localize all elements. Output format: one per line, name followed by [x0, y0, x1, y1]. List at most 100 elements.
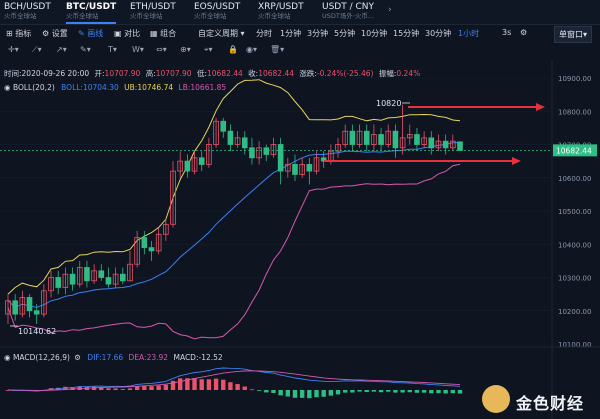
indicators-button[interactable]: ⊞ 指标: [6, 28, 31, 39]
low-annotation: 10140.62: [10, 325, 56, 336]
period-item[interactable]: 分时: [256, 28, 272, 39]
visibility-icon[interactable]: ◉▾: [246, 45, 257, 54]
tab-bch-usdt[interactable]: BCH/USDT 火币全球站: [4, 2, 51, 22]
logo-icon: [482, 385, 510, 413]
candle-down: [292, 154, 298, 182]
refresh-interval[interactable]: 3s: [502, 28, 511, 37]
tab-btc-usdt[interactable]: BTC/USDT 火币全球站: [66, 2, 117, 24]
candle-up: [421, 131, 427, 148]
candle-down: [241, 131, 248, 155]
period-item[interactable]: 10分钟: [361, 28, 387, 39]
window-mode-dropdown[interactable]: 单窗口▾: [554, 26, 592, 43]
candle-up: [342, 124, 349, 148]
candle-body: [105, 277, 112, 285]
ray-tool-icon[interactable]: ↗▾: [56, 45, 67, 54]
macd-histogram-bar: [249, 389, 255, 391]
candle-body: [349, 130, 356, 145]
candle-down: [227, 124, 234, 152]
macd-histogram-bar: [400, 390, 405, 393]
candle-body: [292, 164, 298, 175]
zoom-in-icon[interactable]: ⊕▾: [180, 45, 191, 54]
candle-down: [220, 117, 227, 138]
line-tool-icon[interactable]: ⟋▾: [32, 45, 42, 55]
candle-down: [378, 127, 384, 152]
macd-histogram-bar: [206, 379, 212, 390]
macd-histogram-bar: [364, 390, 369, 393]
custom-period-label: 自定义周期: [198, 29, 238, 38]
candle-body: [33, 310, 40, 315]
candle-down: [414, 127, 420, 152]
period-item-active[interactable]: 1小时: [458, 28, 479, 39]
macd-histogram-bar: [264, 390, 269, 393]
tab-exchange: USDT场外·火币...: [322, 12, 375, 20]
text-tool-icon[interactable]: T▾: [108, 45, 117, 54]
compare-label: 对比: [124, 29, 141, 38]
macd-histogram-bar: [192, 378, 197, 390]
period-item[interactable]: 15分钟: [393, 28, 419, 39]
candle-down: [263, 144, 270, 162]
pattern-tool-icon[interactable]: W▾: [132, 45, 144, 54]
lock-icon[interactable]: 🔒: [228, 45, 238, 54]
support-arrow: [324, 157, 521, 165]
brush-tool-icon[interactable]: ✎▾: [80, 45, 91, 54]
tab-xrp-usdt[interactable]: XRP/USDT 火币全球站: [258, 2, 304, 22]
candle-down: [98, 264, 105, 281]
settings-button[interactable]: ⚙ 设置: [42, 28, 68, 39]
candle-body: [392, 130, 399, 149]
market-tab-bar: BCH/USDT 火币全球站 BTC/USDT 火币全球站 ETH/USDT 火币全球…: [0, 0, 600, 25]
candle-body: [363, 130, 370, 145]
macd-histogram-bar: [120, 389, 125, 390]
tab-label: BTC/USDT: [66, 2, 117, 12]
tab-usdt-cny[interactable]: USDT / CNY USDT场外·火币...: [322, 2, 374, 22]
period-item[interactable]: 1分钟: [280, 28, 301, 39]
candle-down: [457, 141, 463, 151]
macd-histogram-bar: [443, 390, 448, 394]
magnet-icon[interactable]: ⌖▾: [204, 45, 213, 55]
period-item[interactable]: 30分钟: [425, 28, 451, 39]
combine-button[interactable]: ▦ 组合: [150, 28, 176, 39]
macd-histogram-bar: [299, 390, 305, 398]
candle-down: [306, 157, 313, 185]
resistance-arrow: [408, 103, 545, 111]
period-item[interactable]: 3分钟: [307, 28, 328, 39]
candle-up: [299, 157, 305, 178]
candle-down: [392, 124, 399, 158]
macd-histogram-bar: [113, 388, 118, 390]
macd-histogram-bar: [177, 378, 183, 390]
trash-icon[interactable]: 🗑▾: [270, 45, 284, 54]
price-tick-label: 10400.00: [558, 241, 591, 249]
macd-histogram-bar: [350, 390, 355, 393]
draw-button[interactable]: ✎ 画线: [78, 28, 103, 39]
macd-histogram-bar: [149, 386, 154, 390]
candle-body: [457, 141, 463, 151]
candle-body: [141, 237, 148, 248]
draw-label: 画线: [87, 29, 104, 38]
macd-histogram-bar: [228, 382, 233, 390]
tab-exchange: 火币全球站: [258, 12, 291, 20]
compare-button[interactable]: ▣ 对比: [114, 28, 140, 39]
tab-eth-usdt[interactable]: ETH/USDT 火币全球站: [130, 2, 176, 22]
candle-down: [55, 270, 62, 295]
candle-up: [213, 117, 219, 148]
eye-icon: ◉: [4, 353, 13, 362]
measure-tool-icon[interactable]: ⇔▾: [156, 45, 167, 54]
price-tick-label: 10500.00: [558, 208, 591, 216]
macd-histogram-bar: [307, 390, 312, 399]
period-item[interactable]: 5分钟: [334, 28, 355, 39]
custom-period-dropdown[interactable]: 自定义周期 ▾: [198, 28, 245, 39]
candle-up: [134, 230, 140, 268]
candle-down: [105, 267, 112, 288]
macd-histogram-bar: [393, 390, 398, 393]
macd-histogram-bar: [421, 390, 427, 393]
chevron-right-icon[interactable]: ›: [388, 5, 392, 15]
macd-histogram-bar: [271, 390, 276, 393]
tab-eos-usdt[interactable]: EOS/USDT 火币全球站: [194, 2, 240, 22]
candle-up: [356, 124, 363, 148]
crosshair-tool-icon[interactable]: ✛▾: [8, 45, 19, 54]
settings-gear-button[interactable]: ⚙: [520, 28, 527, 37]
candle-body: [198, 157, 205, 165]
macd-histogram-bar: [457, 390, 463, 394]
candlestick-chart[interactable]: 10900.0010800.0010700.0010600.0010500.00…: [0, 60, 600, 419]
candle-body: [148, 247, 155, 252]
gear-icon: ⚙: [74, 353, 81, 362]
